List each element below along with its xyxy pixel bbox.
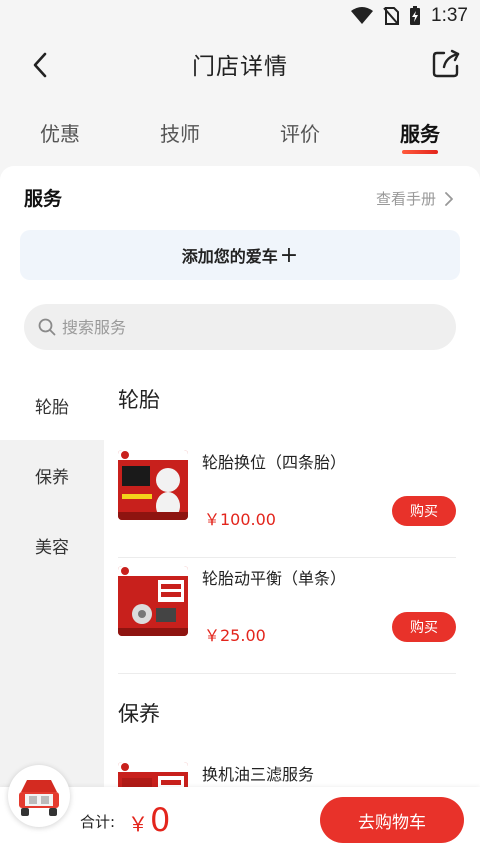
search-input[interactable] xyxy=(62,317,422,337)
product-thumbnail xyxy=(118,450,188,520)
view-manual-label: 查看手册 xyxy=(375,190,436,208)
search-bar[interactable] xyxy=(24,304,456,350)
buy-button[interactable]: 购买 xyxy=(392,496,456,526)
plus-icon: + xyxy=(279,242,299,268)
tab-reviews[interactable]: 评价 xyxy=(240,100,360,160)
total-amount: ￥0 xyxy=(128,801,170,839)
product-price: ￥100.00 xyxy=(204,510,276,529)
page-title: 门店详情 xyxy=(192,54,288,80)
cart-bar: 合计: ￥0 去购物车 xyxy=(0,765,480,853)
wifi-icon xyxy=(351,7,374,24)
product-thumbnail xyxy=(118,566,188,636)
store-tabs: 优惠 技师 评价 服务 xyxy=(0,100,480,160)
go-to-cart-button[interactable]: 去购物车 xyxy=(320,797,464,843)
group-title-maintenance: 保养 xyxy=(118,702,160,726)
battery-icon xyxy=(410,6,421,25)
product-name: 轮胎换位（四条胎） xyxy=(202,453,347,472)
share-icon[interactable] xyxy=(430,48,462,80)
category-detailing[interactable]: 美容 xyxy=(0,510,104,580)
total-amount-value: 0 xyxy=(150,801,171,839)
list-item[interactable]: 轮胎换位（四条胎） ￥100.00 购买 xyxy=(118,442,456,558)
product-price: ￥25.00 xyxy=(204,626,266,645)
section-heading: 服务 xyxy=(24,188,63,210)
tab-services[interactable]: 服务 xyxy=(360,100,480,160)
chevron-left-icon[interactable] xyxy=(26,50,56,80)
clock: 1:37 xyxy=(431,5,468,26)
chevron-right-icon xyxy=(445,191,453,206)
category-maintenance[interactable]: 保养 xyxy=(0,440,104,510)
no-sim-icon xyxy=(383,7,400,25)
services-panel: 服务 查看手册 添加您的爱车 + 轮胎 保养 美容 轮胎 xyxy=(0,166,480,853)
search-icon xyxy=(38,318,56,336)
group-title-tires: 轮胎 xyxy=(118,388,160,412)
add-car-button[interactable]: 添加您的爱车 + xyxy=(20,230,460,280)
add-car-label: 添加您的爱车 xyxy=(181,247,278,266)
tab-offers[interactable]: 优惠 xyxy=(0,100,120,160)
currency-symbol: ￥ xyxy=(128,812,148,836)
category-tires[interactable]: 轮胎 xyxy=(0,370,104,440)
status-bar: 1:37 xyxy=(0,0,480,32)
product-name: 轮胎动平衡（单条） xyxy=(202,569,347,588)
list-item[interactable]: 轮胎动平衡（单条） ￥25.00 购买 xyxy=(118,558,456,674)
view-manual-link[interactable]: 查看手册 xyxy=(376,188,454,209)
top-app-bar: 门店详情 xyxy=(0,32,480,96)
total-label: 合计: xyxy=(80,813,116,831)
cart-icon[interactable] xyxy=(8,765,70,827)
product-name: 换机油三滤服务 xyxy=(202,765,315,784)
tab-technicians[interactable]: 技师 xyxy=(120,100,240,160)
product-list[interactable]: 轮胎 轮胎换位（四条胎） ￥100.00 购买 轮胎动平衡（单条） ￥25.00… xyxy=(104,370,480,853)
buy-button[interactable]: 购买 xyxy=(392,612,456,642)
